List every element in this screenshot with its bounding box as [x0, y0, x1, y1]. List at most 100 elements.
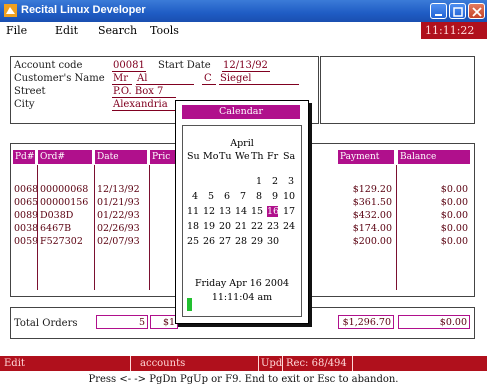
order-cell-pd[interactable]: 0089 — [14, 210, 38, 221]
calendar-day[interactable]: 13 — [219, 206, 231, 217]
calendar-time: 11:11:04 am — [211, 292, 273, 303]
title-value: Mr — [113, 73, 129, 84]
col-header-ord[interactable]: Ord# — [38, 150, 92, 164]
menu-edit[interactable]: Edit — [55, 24, 78, 37]
order-cell-balance[interactable]: $0.00 — [398, 184, 468, 195]
order-cell-payment[interactable]: $129.20 — [338, 184, 392, 195]
col-header-pd[interactable]: Pd# — [13, 150, 35, 164]
order-cell-ord[interactable]: D038D — [40, 210, 73, 221]
city-label: City — [14, 99, 35, 110]
order-cell-ord[interactable]: F527302 — [40, 236, 83, 247]
menu-search[interactable]: Search — [98, 24, 137, 37]
order-cell-payment[interactable]: $432.00 — [338, 210, 392, 221]
order-cell-balance[interactable]: $0.00 — [398, 210, 468, 221]
calendar-day[interactable]: 1 — [251, 176, 262, 187]
title-bar[interactable]: Recital Linux Developer — [0, 0, 487, 22]
calendar-day[interactable]: 30 — [267, 236, 279, 247]
order-cell-pd[interactable]: 0065 — [14, 197, 38, 208]
maximize-button[interactable] — [449, 3, 466, 19]
order-cell-balance[interactable]: $0.00 — [398, 236, 468, 247]
calendar-day[interactable]: 18 — [187, 221, 199, 232]
calendar-day[interactable]: 2 — [267, 176, 278, 187]
calendar-day-selected[interactable]: 16 — [267, 206, 279, 217]
total-price: $1 — [150, 315, 178, 329]
order-cell-pd[interactable]: 0068 — [14, 184, 38, 195]
calendar-day[interactable]: 8 — [251, 191, 262, 202]
menu-bar: File Edit Search Tools 11:11:22 am — [0, 22, 487, 54]
weekday-label: Sa — [283, 151, 296, 162]
weekday-label: Su — [187, 151, 200, 162]
calendar-title: Calendar — [182, 105, 300, 119]
main-area: Account code 00081 Start Date 12/13/92 C… — [0, 39, 487, 356]
calendar-day[interactable]: 11 — [187, 206, 199, 217]
order-cell-pd[interactable]: 0059 — [14, 236, 38, 247]
order-cell-date[interactable]: 02/26/93 — [97, 223, 140, 234]
close-button[interactable] — [468, 3, 485, 19]
minimize-icon — [435, 14, 442, 16]
calendar-day[interactable]: 17 — [283, 206, 295, 217]
last-name-value: Siegel — [220, 73, 252, 84]
clock: 11:11:22 am — [421, 22, 487, 54]
calendar-day[interactable]: 20 — [219, 221, 231, 232]
order-cell-balance[interactable]: $0.00 — [398, 223, 468, 234]
first-name-value: Al — [137, 73, 148, 84]
col-divider — [396, 165, 397, 290]
calendar-day[interactable]: 6 — [219, 191, 230, 202]
calendar-month: April — [230, 138, 254, 149]
col-divider — [149, 165, 150, 290]
text-cursor — [187, 298, 192, 311]
minimize-button[interactable] — [430, 3, 447, 19]
calendar-day[interactable]: 28 — [235, 236, 247, 247]
order-cell-ord[interactable]: 00000156 — [40, 197, 88, 208]
order-cell-payment[interactable]: $361.50 — [338, 197, 392, 208]
calendar-popup: Calendar April Su Mo Tu We Th Fr Sa 1234567891… — [175, 100, 309, 324]
order-cell-payment[interactable]: $200.00 — [338, 236, 392, 247]
calendar-day[interactable]: 10 — [283, 191, 295, 202]
calendar-full-date: Friday Apr 16 2004 — [194, 278, 290, 289]
window-title: Recital Linux Developer — [21, 4, 146, 16]
order-cell-pd[interactable]: 0038 — [14, 223, 38, 234]
menu-file[interactable]: File — [6, 24, 27, 37]
col-header-payment[interactable]: Payment — [338, 150, 394, 164]
menu-tools[interactable]: Tools — [150, 24, 179, 37]
order-cell-ord[interactable]: 00000068 — [40, 184, 88, 195]
weekday-label: We — [235, 151, 250, 162]
calendar-day[interactable]: 25 — [187, 236, 199, 247]
street-value: P.O. Box 7 — [113, 86, 164, 97]
weekday-label: Fr — [267, 151, 279, 162]
calendar-day[interactable]: 3 — [283, 176, 294, 187]
calendar-day[interactable]: 19 — [203, 221, 215, 232]
calendar-day[interactable]: 14 — [235, 206, 247, 217]
order-cell-date[interactable]: 01/22/93 — [97, 210, 140, 221]
order-cell-date[interactable]: 01/21/93 — [97, 197, 140, 208]
middle-initial-value: C — [204, 73, 212, 84]
calendar-day[interactable]: 4 — [187, 191, 198, 202]
calendar-day[interactable]: 27 — [219, 236, 231, 247]
order-cell-balance[interactable]: $0.00 — [398, 197, 468, 208]
calendar-day[interactable]: 9 — [267, 191, 278, 202]
calendar-day[interactable]: 23 — [267, 221, 279, 232]
calendar-day[interactable]: 24 — [283, 221, 295, 232]
calendar-day[interactable]: 12 — [203, 206, 215, 217]
close-icon — [472, 7, 482, 17]
order-cell-ord[interactable]: 6467B — [40, 223, 71, 234]
order-cell-payment[interactable]: $174.00 — [338, 223, 392, 234]
calendar-body: April Su Mo Tu We Th Fr Sa 1 2 3 4 5 6 7 8 9 10 11 12 13 14… — [182, 125, 302, 317]
status-state: Upd — [261, 358, 283, 369]
street-label: Street — [14, 86, 46, 97]
calendar-day[interactable]: 7 — [235, 191, 246, 202]
col-header-balance[interactable]: Balance — [398, 150, 470, 164]
calendar-day[interactable]: 5 — [203, 191, 214, 202]
calendar-day[interactable]: 21 — [235, 221, 247, 232]
maximize-icon — [453, 7, 463, 17]
col-header-date[interactable]: Date — [95, 150, 147, 164]
calendar-day[interactable]: 15 — [251, 206, 263, 217]
calendar-day[interactable]: 29 — [251, 236, 263, 247]
order-cell-date[interactable]: 02/07/93 — [97, 236, 140, 247]
order-cell-date[interactable]: 12/13/92 — [97, 184, 140, 195]
calendar-day[interactable]: 22 — [251, 221, 263, 232]
calendar-day[interactable]: 26 — [203, 236, 215, 247]
weekday-label: Mo — [203, 151, 219, 162]
weekday-label: Tu — [219, 151, 232, 162]
col-header-price[interactable]: Pric — [150, 150, 178, 164]
